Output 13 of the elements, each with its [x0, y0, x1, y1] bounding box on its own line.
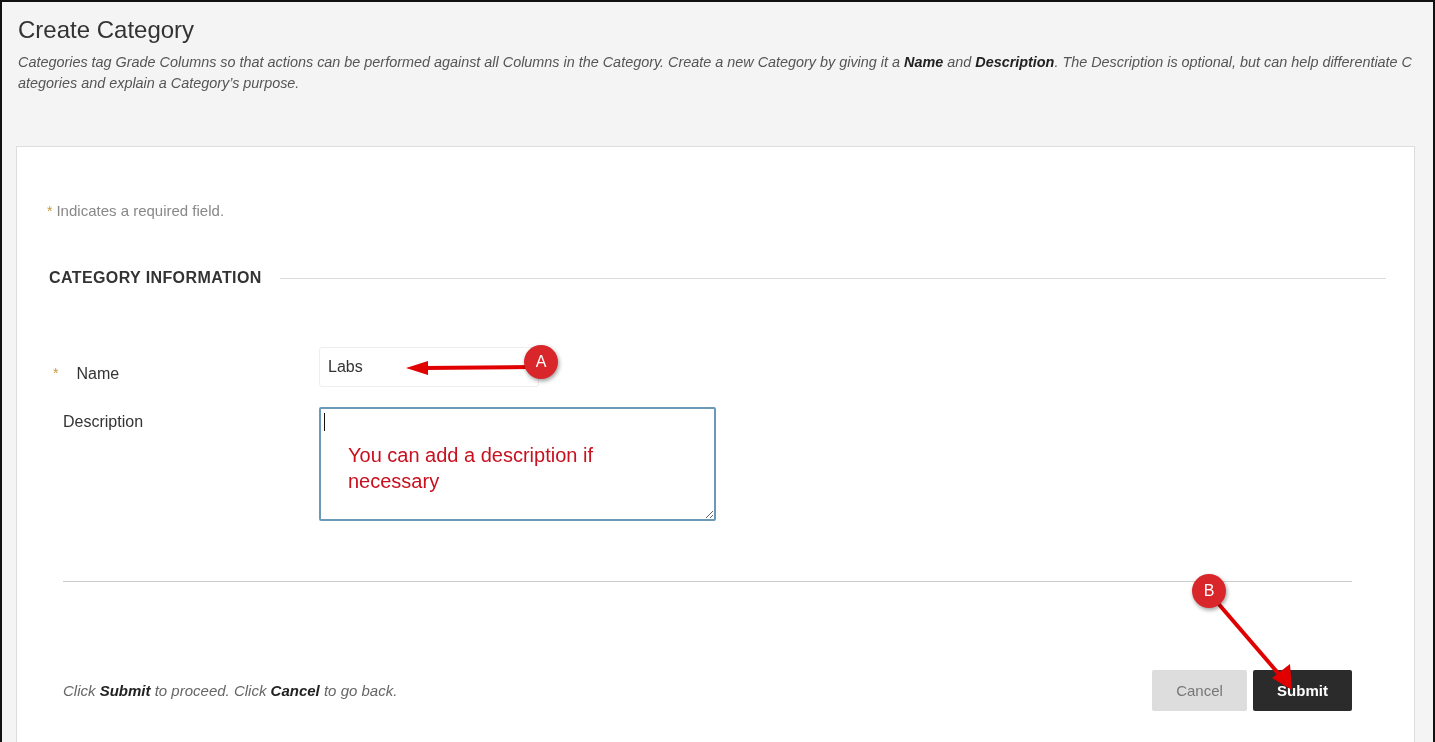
page-title: Create Category: [18, 16, 196, 44]
submit-button[interactable]: Submit: [1253, 670, 1352, 711]
page-intro: Categories tag Grade Columns so that actions can be performed against all Columns in the Category. Create a new Category by giving it a Name and Description. The Description is optional, but can help differentiate Categories and explain a Category’s purpose.: [18, 53, 1413, 93]
required-mark: *: [47, 202, 53, 219]
field-label: Description: [63, 413, 144, 431]
text-cursor: [324, 413, 325, 431]
section-heading: CATEGORY INFORMATION: [48, 269, 262, 287]
required-mark: *: [53, 365, 59, 383]
description-textarea[interactable]: [319, 407, 716, 521]
field-label: Name: [76, 365, 120, 383]
annotation-note: You can add a description if necessary: [348, 443, 594, 494]
required-note: Indicates a required field.: [56, 202, 225, 219]
footer-instruction: Click Submit to proceed. Click Cancel to go back.: [63, 682, 398, 699]
